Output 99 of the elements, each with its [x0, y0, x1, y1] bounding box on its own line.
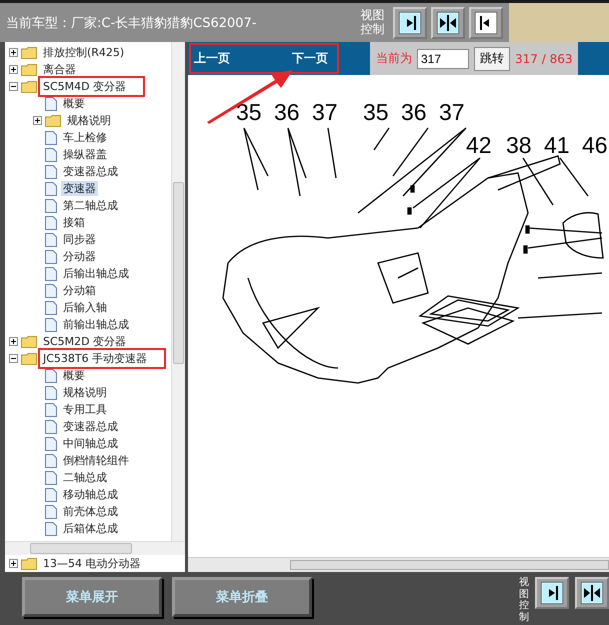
document-icon [45, 470, 57, 484]
tree-item[interactable]: 13—54 电动分动器 [41, 556, 142, 571]
document-icon [45, 454, 57, 468]
document-icon [45, 216, 57, 230]
document-icon [45, 488, 57, 502]
callout-number: 36 [274, 99, 300, 125]
arrows-inward-icon [437, 12, 459, 34]
callout-number: 37 [439, 99, 465, 125]
document-icon [45, 182, 57, 196]
callout-number: 41 [544, 132, 570, 158]
vehicle-title: 当前车型：厂家:C-长丰猎豹猎豹CS62007- [6, 14, 258, 32]
prev-page-link[interactable]: 上一页 [194, 50, 230, 67]
tree-item[interactable]: 前输出轴总成 [61, 317, 131, 332]
next-page-link[interactable]: 下一页 [292, 50, 328, 67]
document-icon [45, 386, 57, 400]
callout-number: 46 [582, 132, 608, 158]
document-icon [45, 420, 57, 434]
document-icon [45, 504, 57, 518]
tree-item[interactable]: 接箱 [61, 215, 87, 230]
page-count: 317 / 863 [515, 52, 572, 66]
horizontal-scrollbar[interactable] [5, 541, 185, 555]
vertical-scrollbar[interactable] [171, 42, 185, 541]
expand-toggle[interactable] [33, 116, 42, 125]
expand-toggle[interactable] [9, 48, 18, 57]
view-control-label: 视图控制 [360, 9, 386, 36]
tree-item[interactable]: 操纵器盖 [61, 147, 109, 162]
page-input[interactable]: 317 [417, 48, 469, 68]
document-icon [45, 232, 57, 246]
folder-icon [21, 64, 37, 76]
tree-item[interactable]: 专用工具 [61, 402, 109, 417]
document-icon [45, 250, 57, 264]
callout-number: 37 [312, 99, 338, 125]
document-icon [45, 300, 57, 314]
document-icon [45, 266, 57, 280]
callout-number: 38 [506, 132, 532, 158]
tree-item[interactable]: 后输入轴 [61, 300, 109, 315]
folder-icon [21, 558, 37, 570]
document-icon [45, 130, 57, 144]
tree-item[interactable]: 变速器总成 [61, 164, 120, 179]
tree-item[interactable]: 变速器总成 [61, 419, 120, 434]
folder-icon [21, 352, 37, 364]
current-page-label: 当前为 [376, 50, 412, 67]
tree-item[interactable]: 分动器 [61, 249, 98, 264]
document-icon [45, 402, 57, 416]
callout-number: 36 [401, 99, 427, 125]
split-view-button[interactable] [431, 6, 465, 38]
tree-item[interactable]: SC5M2D 变分器 [41, 334, 128, 349]
tree-item[interactable]: 车上检修 [61, 130, 109, 145]
document-icon [45, 522, 57, 536]
arrow-right-bar-icon [399, 12, 421, 34]
tree-item[interactable]: 变速器 [61, 181, 98, 196]
expand-view-button[interactable] [535, 577, 569, 609]
tree-item[interactable]: 中间轴总成 [61, 436, 120, 451]
document-icon [45, 198, 57, 212]
tree-item[interactable]: 概要 [61, 368, 87, 383]
tree-item[interactable]: 前壳体总成 [61, 504, 120, 519]
document-icon [45, 148, 57, 162]
arrow-right-bar-icon [541, 582, 563, 604]
jump-button[interactable]: 跳转 [474, 46, 510, 70]
document-icon [45, 318, 57, 332]
tree-item[interactable]: 后箱体总成 [61, 521, 120, 536]
document-icon [45, 284, 57, 298]
tree-item[interactable]: 移动轴总成 [61, 487, 120, 502]
folder-icon [21, 80, 37, 92]
tree-item[interactable]: 分动箱 [61, 283, 98, 298]
tree-item[interactable]: 排放控制(R425) [41, 45, 126, 60]
tree-item[interactable]: 倒档情轮组件 [61, 453, 131, 468]
tree-item[interactable]: 离合器 [41, 62, 78, 77]
collapse-view-button[interactable] [469, 6, 503, 38]
folder-icon [21, 336, 37, 348]
collapse-toggle[interactable] [9, 82, 18, 91]
folder-icon [21, 46, 37, 58]
arrows-inward-icon [581, 582, 603, 604]
document-icon [45, 436, 57, 450]
tree-item[interactable]: JC538T6 手动变速器 [41, 351, 164, 366]
document-icon [45, 368, 57, 382]
tree-item[interactable]: 二轴总成 [61, 470, 109, 485]
document-icon [45, 96, 57, 110]
split-view-button[interactable] [575, 577, 609, 609]
expand-view-button[interactable] [393, 6, 427, 38]
expand-toggle[interactable] [9, 559, 18, 568]
tree-item[interactable]: 同步器 [61, 232, 98, 247]
collapse-toggle[interactable] [9, 354, 18, 363]
tree-item[interactable]: SC5M4D 变分器 [41, 79, 142, 94]
document-icon [45, 164, 57, 178]
folder-icon [45, 114, 61, 126]
expand-toggle[interactable] [9, 337, 18, 346]
expand-toggle[interactable] [9, 65, 18, 74]
tree-item[interactable]: 第二轴总成 [61, 198, 120, 213]
tree-item[interactable]: 概要 [61, 96, 87, 111]
tree-item[interactable]: 后输出轴总成 [61, 266, 131, 281]
tree-item[interactable]: 规格说明 [61, 385, 109, 400]
callout-number: 42 [466, 132, 492, 158]
tree-item[interactable]: 规格说明 [65, 113, 113, 128]
callout-number: 35 [236, 99, 262, 125]
view-control-label: 视图控制 [519, 577, 529, 624]
callout-number: 35 [363, 99, 389, 125]
horizontal-scrollbar[interactable] [188, 557, 609, 572]
arrow-left-bar-icon [475, 12, 497, 34]
